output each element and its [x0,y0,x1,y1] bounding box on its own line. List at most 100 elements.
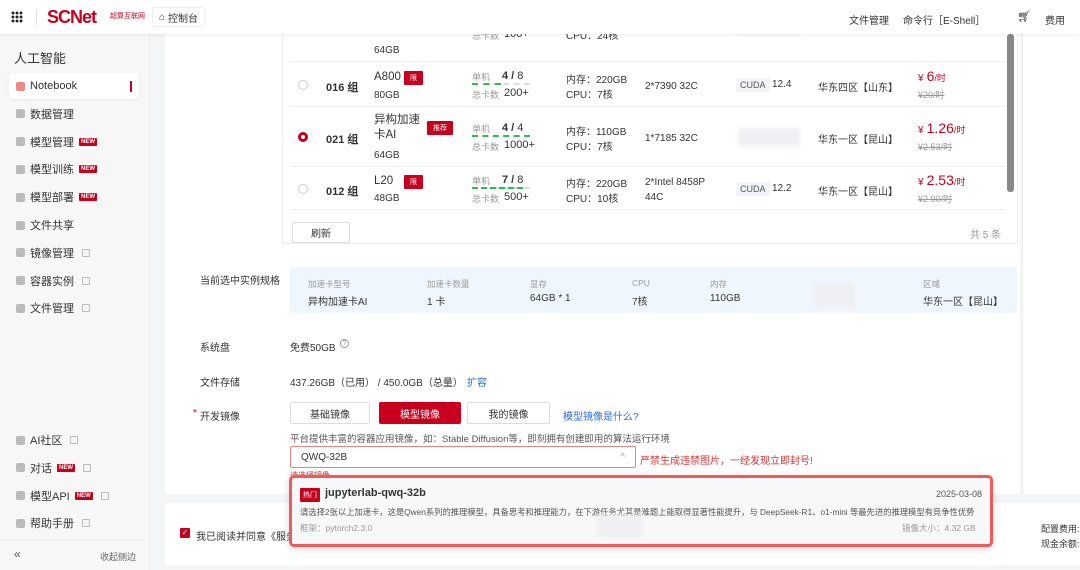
apps-grid-icon[interactable] [11,11,23,23]
ram: 内存：220GB [566,74,628,86]
group-name: 012 组 [326,185,359,198]
sidebar-item-label: AI社区 [30,435,63,447]
single-label: 单机 [472,71,491,82]
storage-label: 文件存储 [200,378,240,389]
table-row[interactable]: 016 组 A800 80GB 限 单机 4 / 8 总卡数 200+ 内存：2… [290,62,1006,107]
sidebar-bottom-item[interactable]: 对话 NEW [9,455,139,481]
new-badge: NEW [79,165,97,174]
storage-value: 437.26GB（已用） / 450.0GB（总量） [290,378,463,389]
original-price: ¥2.90/时 [918,193,953,204]
sidebar: 人工智能 Notebook 数据管理 模型管理 NEW 模型训练 NEW 模型部署 NEW 文件… [0,34,150,570]
sidebar-item[interactable]: 数据管理 [9,101,139,127]
sidebar-bottom-item[interactable]: AI社区 [9,427,139,453]
cpu-model: 2*Intel 8458P 44C [645,176,705,203]
spec-value: 华东一区【昆山】 [923,297,1003,308]
tab-model-image[interactable]: 模型镜像 [379,402,461,424]
cpu-model: 2*7390 32C [645,80,698,92]
row-radio[interactable] [298,132,308,142]
tab-my-image[interactable]: 我的镜像 [467,402,550,424]
cuda-badge: CUDA [736,77,770,92]
collapse-icon[interactable]: « [14,547,21,561]
sidebar-item-label: 文件管理 [30,303,74,316]
eshell-link[interactable]: 命令行［E-Shell］ [903,12,985,27]
spec-value: 1 卡 [427,297,446,308]
row-radio[interactable] [298,183,308,194]
help-icon[interactable]: ? [340,339,349,348]
sidebar-item-label: 模型管理 [30,136,74,149]
refresh-button[interactable]: 刷新 [292,222,350,243]
group-name: 016 组 [326,81,359,94]
single-available: 4 / 8 [502,69,524,82]
expand-storage-link[interactable]: 扩容 [467,374,487,389]
table-scrollbar[interactable] [1007,34,1014,192]
menu-icon [16,435,25,445]
image-input-value: QWQ-32B [301,452,348,463]
external-link-icon [70,436,79,444]
cart-icon[interactable]: 🛒︎ [1017,10,1031,23]
original-price: ¥2.53/时 [918,142,953,152]
tab-base-image[interactable]: 基础镜像 [290,402,370,424]
sidebar-item[interactable]: 文件管理 [9,295,139,321]
sidebar-item[interactable]: 模型部署 NEW [9,184,139,210]
external-link-icon [83,463,91,472]
sidebar-section-title: 人工智能 [14,51,67,66]
external-link-icon [82,248,90,257]
model-image-help-link[interactable]: 模型镜像是什么? [563,408,639,423]
original-price: ¥20/时 [918,89,945,100]
balance-label: 现金余额: [1041,539,1080,549]
new-badge: NEW [79,137,97,146]
sidebar-item[interactable]: 容器实例 [9,268,139,294]
dropdown-option[interactable]: 热门 jupyterlab-qwq-32b 2025-03-08 请选择2张以上… [292,478,990,544]
sidebar-item[interactable]: 镜像管理 [9,240,139,266]
image-dropdown[interactable]: 热门 jupyterlab-qwq-32b 2025-03-08 请选择2张以上… [289,475,993,547]
sidebar-item[interactable]: 文件共享 [9,212,139,238]
sidebar-bottom-item[interactable]: 模型API NEW [9,483,139,509]
total-cards: 500+ [504,190,529,203]
card-memory: 64GB [374,150,400,161]
config-fee-label: 配置费用: [1041,524,1080,534]
image-hint: 平台提供丰富的容器应用镜像，如：Stable Diffusion等，即刻拥有创建… [290,434,670,445]
sidebar-item-label: Notebook [30,80,78,92]
external-link-icon [82,304,90,313]
sidebar-item[interactable]: Notebook [9,73,139,99]
image-warning: 严禁生成违禁图片，一经发现立即封号! [640,456,813,467]
brand-logo[interactable]: SCNet [47,7,97,28]
agree-checkbox[interactable]: ✓ [180,528,190,538]
sidebar-bottom-item[interactable]: 帮助手册 [9,510,139,536]
sidebar-item[interactable]: 模型训练 NEW [9,156,139,182]
availability-fill [472,135,530,137]
cuda-version: 12.2 [772,182,792,194]
cpu: CPU：7核 [566,142,613,153]
price: ¥ 2.53/时 [918,171,966,188]
region: 华东一区【昆山】 [818,186,898,198]
sidebar-item-label: 模型API [30,490,70,503]
external-link-icon [82,276,90,285]
menu-icon [16,192,25,202]
card-memory: 80GB [374,90,400,101]
sidebar-item[interactable]: 模型管理 NEW [9,129,139,155]
required-mark: * [193,408,197,419]
spec-key: CPU [632,278,650,288]
spec-label: 当前选中实例规格 [200,276,280,287]
row-radio[interactable] [298,79,308,90]
price: ¥ 1.26/时 [918,120,966,136]
card-tag: 限 [404,174,423,189]
console-button[interactable]: ⌂ 控制台 [152,7,206,27]
spec-key: 区域 [923,279,941,289]
image-framework: 框架：pytorch2.3.0 [300,523,373,533]
table-row[interactable]: 021 组 异构加速卡AI 64GB 推荐 单机 4 / 4 总卡数 1000+… [290,107,1006,167]
brand-sub: 超算互联网 [110,13,145,20]
total-label: 总卡数 [472,89,500,100]
agree-text[interactable]: 我已阅读并同意《服务 [196,528,296,543]
fees-link[interactable]: 费用 [1045,12,1065,27]
chevron-up-icon[interactable]: ^ [620,452,625,463]
collapse-sidebar-button[interactable]: 收起侧边 [100,550,136,563]
image-size: 镜像大小：4.32 GB [902,523,976,533]
table-row[interactable]: 012 组 L20 48GB 限 单机 7 / 8 总卡数 500+ 内存：22… [290,167,1006,210]
image-search-input[interactable]: QWQ-32B ^ [290,446,636,468]
sidebar-item-label: 帮助手册 [30,518,74,531]
top-header: SCNet 超算互联网 ⌂ 控制台 文件管理 命令行［E-Shell］ 🛒︎ 费用 [0,0,1080,34]
file-mgmt-link[interactable]: 文件管理 [849,12,889,27]
menu-icon [16,518,25,528]
total-label: 总卡数 [472,142,500,152]
